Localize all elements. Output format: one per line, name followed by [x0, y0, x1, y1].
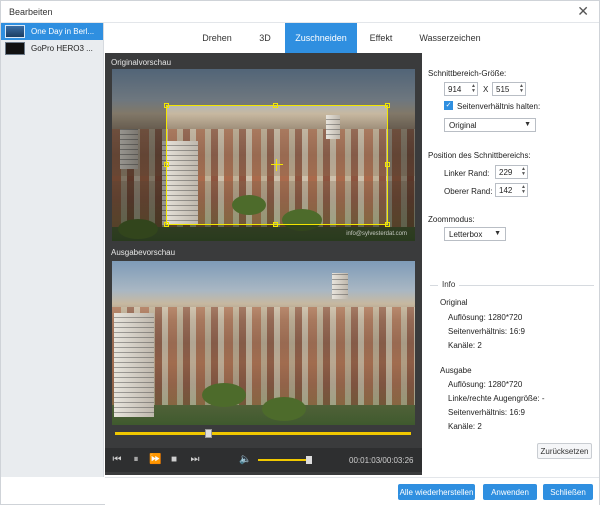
- file-item-one-day-in-berlin[interactable]: One Day in Berl...: [1, 23, 103, 40]
- tab-watermark[interactable]: Wasserzeichen: [405, 23, 495, 53]
- reset-button[interactable]: Zurücksetzen: [537, 443, 592, 459]
- file-list: One Day in Berl... GoPro HERO3 ...: [1, 23, 104, 477]
- tab-effect[interactable]: Effekt: [357, 23, 405, 53]
- chevron-down-icon: ▼: [524, 121, 531, 128]
- original-aspect-ratio: Seitenverhältnis: 16:9: [448, 327, 525, 336]
- top-margin-label: Oberer Rand:: [444, 187, 493, 196]
- apply-button[interactable]: Anwenden: [483, 484, 537, 500]
- output-channels: Kanäle: 2: [448, 422, 482, 431]
- close-icon[interactable]: ✕: [577, 4, 589, 18]
- tower-building: [114, 313, 154, 417]
- volume-slider[interactable]: [258, 459, 309, 461]
- crop-center-crosshair[interactable]: [271, 159, 283, 171]
- info-title: Info: [438, 280, 460, 289]
- left-margin-input[interactable]: 229 ▲ ▼: [495, 165, 528, 179]
- dialog-footer: Alle wiederherstellen Anwenden Schließen: [105, 477, 599, 505]
- output-resolution: Auflösung: 1280*720: [448, 380, 523, 389]
- video-thumbnail: [5, 25, 25, 38]
- crop-handle[interactable]: [385, 222, 390, 227]
- tower-building: [332, 273, 348, 299]
- original-resolution: Auflösung: 1280*720: [448, 313, 523, 322]
- file-item-gopro[interactable]: GoPro HERO3 ...: [1, 40, 103, 57]
- keep-ratio-label: Seitenverhältnis halten:: [457, 102, 541, 111]
- edit-tabs: Drehen 3D Zuschneiden Effekt Wasserzeich…: [105, 23, 599, 53]
- crop-handle[interactable]: [385, 162, 390, 167]
- fast-forward-icon[interactable]: ⏩: [149, 454, 161, 466]
- original-heading: Original: [440, 298, 468, 307]
- crop-handle[interactable]: [385, 103, 390, 108]
- top-margin-input[interactable]: 142 ▲ ▼: [495, 183, 528, 197]
- playback-time: 00:01:03/00:03:26: [349, 456, 414, 465]
- aspect-ratio-select[interactable]: Original ▼: [444, 118, 536, 132]
- crop-settings-panel: Schnittbereich-Größe: 914 ▲ ▼ X 515 ▲ ▼ ✓ Se…: [422, 53, 599, 477]
- volume-handle[interactable]: [306, 456, 312, 464]
- pause-icon[interactable]: ⏸: [130, 454, 142, 466]
- crop-size-label: Schnittbereich-Größe:: [428, 69, 507, 78]
- tab-rotate[interactable]: Drehen: [189, 23, 245, 53]
- info-section: Info Original Auflösung: 1280*720 Seiten…: [430, 280, 594, 433]
- crop-handle[interactable]: [273, 103, 278, 108]
- tab-crop[interactable]: Zuschneiden: [285, 23, 357, 53]
- zoom-mode-label: Zoommodus:: [428, 215, 475, 224]
- crop-position-label: Position des Schnittbereichs:: [428, 151, 531, 160]
- stop-icon[interactable]: ■: [168, 454, 180, 466]
- original-channels: Kanäle: 2: [448, 341, 482, 350]
- watermark-text: info@sylvesterdat.com: [346, 231, 407, 237]
- stepper-arrows-icon[interactable]: ▲ ▼: [471, 84, 476, 94]
- crop-handle[interactable]: [164, 162, 169, 167]
- file-name: GoPro HERO3 ...: [31, 44, 93, 53]
- crop-handle[interactable]: [273, 222, 278, 227]
- edit-dialog: Bearbeiten ✕ One Day in Berl... GoPro HE…: [0, 0, 600, 505]
- close-button[interactable]: Schließen: [543, 484, 593, 500]
- skip-forward-icon[interactable]: ⏭: [189, 454, 201, 466]
- volume-icon[interactable]: 🔈: [239, 454, 251, 466]
- tab-3d[interactable]: 3D: [245, 23, 285, 53]
- original-preview-label: Originalvorschau: [111, 58, 172, 67]
- playback-controls: ⏮ ⏸ ⏩ ■ ⏭ 🔈 00:01:03/00:03:26: [105, 448, 422, 472]
- crop-width-input[interactable]: 914 ▲ ▼: [444, 82, 478, 96]
- output-preview-label: Ausgabevorschau: [111, 248, 176, 257]
- crop-frame[interactable]: [164, 103, 390, 227]
- keep-ratio-checkbox[interactable]: ✓: [444, 101, 453, 110]
- title-bar: Bearbeiten ✕: [1, 1, 599, 23]
- original-preview: info@sylvesterdat.com: [112, 69, 415, 241]
- output-aspect-ratio: Seitenverhältnis: 16:9: [448, 408, 525, 417]
- stepper-arrows-icon[interactable]: ▲ ▼: [519, 84, 524, 94]
- crop-handle[interactable]: [164, 103, 169, 108]
- seek-bar[interactable]: [115, 429, 411, 438]
- crop-handle[interactable]: [164, 222, 169, 227]
- city-image: [112, 261, 415, 425]
- left-margin-label: Linker Rand:: [444, 169, 490, 178]
- restore-all-button[interactable]: Alle wiederherstellen: [398, 484, 475, 500]
- size-separator: X: [483, 85, 489, 94]
- output-eye-size: Linke/rechte Augengröße: -: [448, 394, 545, 403]
- output-heading: Ausgabe: [440, 366, 472, 375]
- chevron-down-icon: ▼: [494, 230, 501, 237]
- video-thumbnail: [5, 42, 25, 55]
- dialog-title: Bearbeiten: [9, 7, 53, 17]
- output-preview: [112, 261, 415, 425]
- file-name: One Day in Berl...: [31, 27, 95, 36]
- skip-back-icon[interactable]: ⏮: [111, 454, 123, 466]
- seek-handle[interactable]: [205, 429, 212, 438]
- stepper-arrows-icon[interactable]: ▲ ▼: [521, 167, 526, 177]
- zoom-mode-select[interactable]: Letterbox ▼: [444, 227, 506, 241]
- stepper-arrows-icon[interactable]: ▲ ▼: [521, 185, 526, 195]
- crop-height-input[interactable]: 515 ▲ ▼: [492, 82, 526, 96]
- preview-area: Originalvorschau info@sylvesterdat.com A…: [105, 53, 422, 475]
